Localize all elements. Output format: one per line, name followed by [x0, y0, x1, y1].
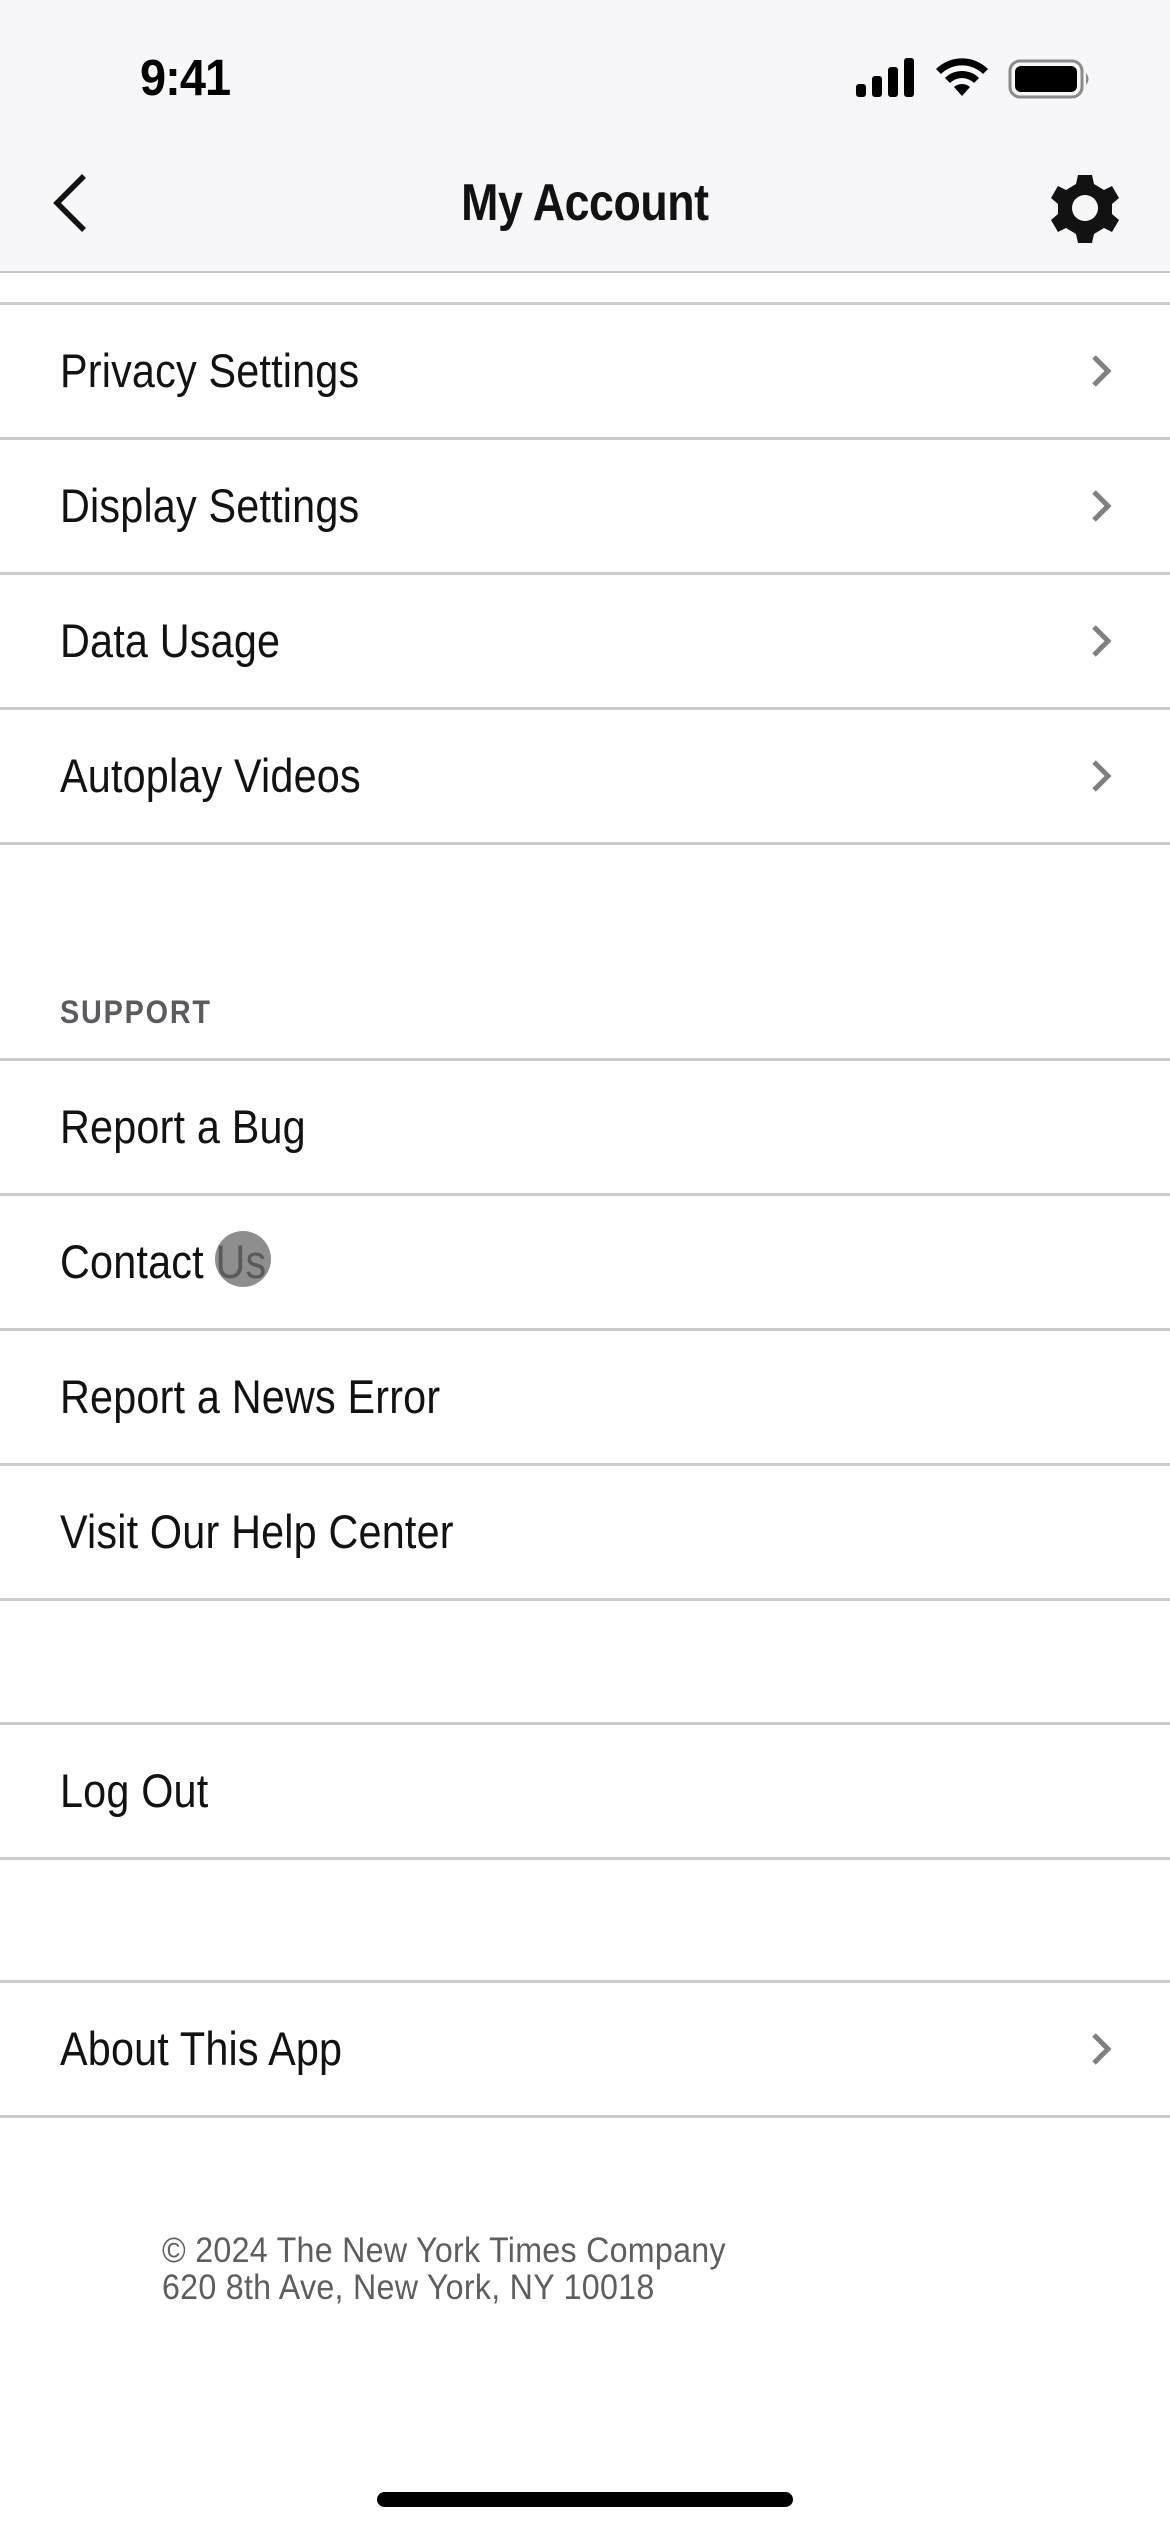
touch-indicator	[215, 1231, 271, 1287]
home-indicator[interactable]	[377, 2492, 793, 2507]
list-item-label: Report a Bug	[60, 1100, 306, 1153]
chevron-right-icon	[1092, 490, 1112, 522]
list-item-label: Log Out	[60, 1764, 209, 1817]
divider	[0, 1857, 1170, 1860]
list-item-label: Report a News Error	[60, 1370, 441, 1423]
footer-copyright: © 2024 The New York Times Company	[162, 2231, 726, 2270]
list-item-data-usage[interactable]: Data Usage	[0, 575, 1170, 707]
list-item-display-settings[interactable]: Display Settings	[0, 440, 1170, 572]
footer-address: 620 8th Ave, New York, NY 10018	[162, 2268, 655, 2307]
settings-button[interactable]	[1044, 167, 1126, 249]
list-item-contact-us[interactable]: Contact Us	[0, 1196, 1170, 1328]
battery-icon	[1008, 59, 1089, 99]
top-bar: 9:41 My Account	[0, 0, 1170, 273]
list-item-report-news-error[interactable]: Report a News Error	[0, 1331, 1170, 1463]
list-item-report-bug[interactable]: Report a Bug	[0, 1061, 1170, 1193]
status-time: 9:41	[140, 49, 231, 106]
page-title: My Account	[0, 172, 1170, 234]
chevron-right-icon	[1092, 2033, 1112, 2065]
log-out-button[interactable]: Log Out	[0, 1725, 1170, 1857]
chevron-right-icon	[1092, 625, 1112, 657]
list-item-label: Autoplay Videos	[60, 749, 361, 802]
divider	[0, 2115, 1170, 2118]
list-item-privacy-settings[interactable]: Privacy Settings	[0, 305, 1170, 437]
chevron-right-icon	[1092, 355, 1112, 387]
divider	[0, 842, 1170, 845]
section-header-support: SUPPORT	[60, 994, 212, 1030]
footer: © 2024 The New York Times Company 620 8t…	[162, 2232, 726, 2306]
list-item-autoplay-videos[interactable]: Autoplay Videos	[0, 710, 1170, 842]
list-item-about-app[interactable]: About This App	[0, 1983, 1170, 2115]
chevron-right-icon	[1092, 760, 1112, 792]
list-item-label: Privacy Settings	[60, 344, 360, 397]
list-item-label: Data Usage	[60, 614, 281, 667]
list-item-help-center[interactable]: Visit Our Help Center	[0, 1466, 1170, 1598]
list-item-label: Display Settings	[60, 479, 360, 532]
page-title-text: My Account	[461, 174, 709, 232]
gear-icon	[1051, 175, 1119, 243]
signal-icon	[856, 58, 914, 97]
list-item-label: About This App	[60, 2022, 343, 2075]
divider	[0, 1598, 1170, 1601]
list-item-label: Visit Our Help Center	[60, 1505, 454, 1558]
wifi-icon	[936, 58, 988, 96]
